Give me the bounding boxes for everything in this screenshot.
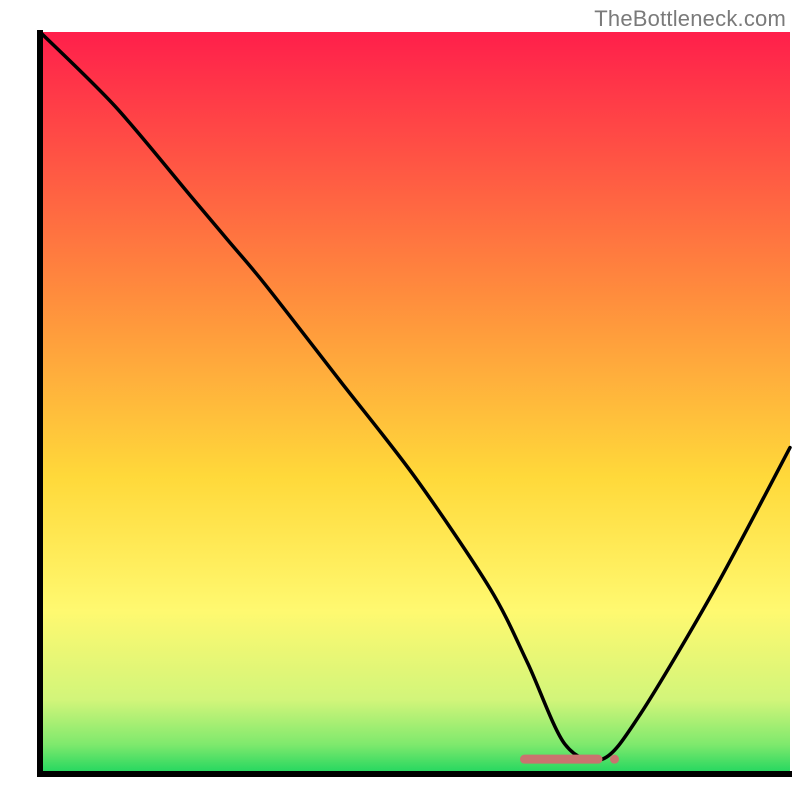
watermark-text: TheBottleneck.com [594,6,786,32]
optimal-marker-dot [610,755,619,764]
bottleneck-chart [0,0,800,800]
optimal-marker-bar [520,755,603,764]
chart-container: TheBottleneck.com [0,0,800,800]
plot-background [40,32,790,774]
